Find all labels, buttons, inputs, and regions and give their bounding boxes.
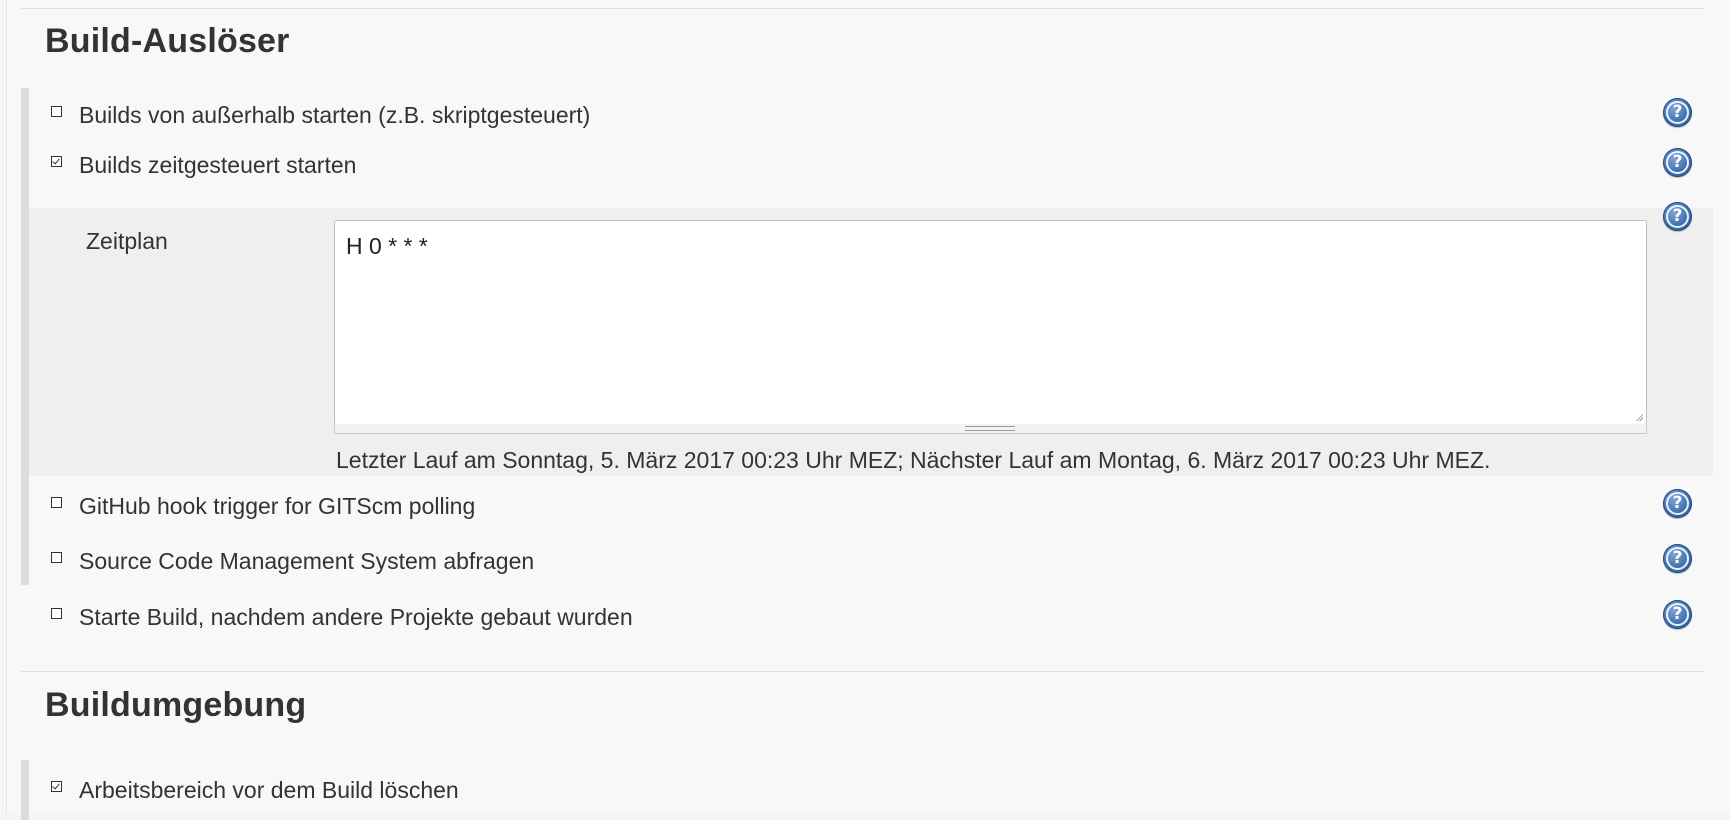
schedule-textarea[interactable]: H 0 * * * [334,220,1647,425]
help-glyph: ? [1672,493,1683,513]
config-panel: Build-Auslöser Builds von außerhalb star… [6,0,1730,820]
trigger-option-scm-poll[interactable]: Source Code Management System abfragen [51,544,534,578]
env-option-clean-workspace[interactable]: Arbeitsbereich vor dem Build löschen [51,773,459,807]
help-glyph: ? [1672,604,1683,624]
trigger-option-label: Source Code Management System abfragen [79,547,535,574]
textarea-resize-handle[interactable] [334,424,1647,434]
section-divider [21,671,1704,672]
trigger-option-label: Starte Build, nachdem andere Projekte ge… [79,603,633,630]
resize-corner-icon[interactable] [1635,413,1643,421]
checkbox-github-hook[interactable] [51,496,62,508]
trigger-option-label: Builds von außerhalb starten (z.B. skrip… [79,101,591,128]
section-title-build-environment: Buildumgebung [45,686,307,724]
schedule-label: Zeitplan [86,228,168,254]
help-glyph: ? [1672,102,1683,122]
help-glyph: ? [1672,206,1683,226]
help-icon[interactable]: ? [1663,489,1692,518]
section-title-build-triggers: Build-Auslöser [45,22,290,60]
help-glyph: ? [1672,152,1683,172]
help-icon[interactable]: ? [1663,98,1692,127]
grip-icon [965,426,1015,431]
help-icon[interactable]: ? [1663,600,1692,629]
help-icon[interactable]: ? [1663,202,1692,231]
help-icon[interactable]: ? [1663,148,1692,177]
trigger-option-after-other-projects[interactable]: Starte Build, nachdem andere Projekte ge… [51,600,633,634]
env-option-label: Arbeitsbereich vor dem Build löschen [79,776,459,803]
checkbox-clean-workspace[interactable] [51,780,62,792]
trigger-option-remote[interactable]: Builds von außerhalb starten (z.B. skrip… [51,98,590,132]
section-divider [21,8,1704,9]
schedule-hint: Letzter Lauf am Sonntag, 5. März 2017 00… [336,447,1491,473]
trigger-option-label: Builds zeitgesteuert starten [79,151,357,178]
help-glyph: ? [1672,548,1683,568]
trigger-option-label: GitHub hook trigger for GITScm polling [79,492,476,519]
trigger-option-periodic[interactable]: Builds zeitgesteuert starten [51,148,356,182]
checkbox-after-other-projects[interactable] [51,607,62,619]
trigger-group-bar [21,88,29,585]
schedule-field-wrapper: H 0 * * * [334,220,1647,434]
help-icon[interactable]: ? [1663,544,1692,573]
checkbox-remote-trigger[interactable] [51,105,62,117]
environment-group-bar [21,760,29,820]
checkbox-periodic-build[interactable] [51,155,62,167]
trigger-option-github-hook[interactable]: GitHub hook trigger for GITScm polling [51,489,475,523]
checkbox-scm-poll[interactable] [51,551,62,563]
